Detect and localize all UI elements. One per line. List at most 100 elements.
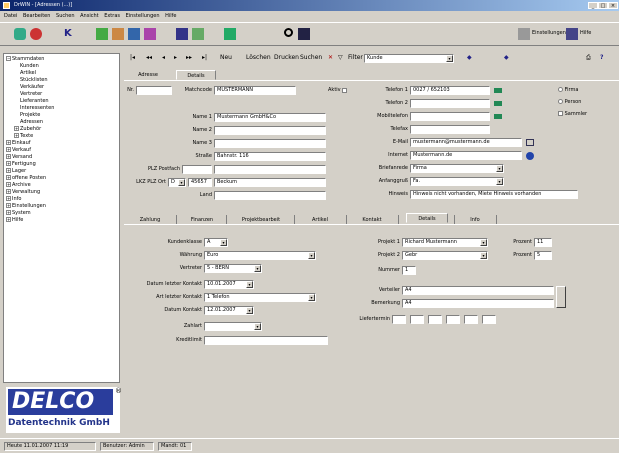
chevron-down-icon[interactable]: ▾ bbox=[178, 179, 185, 186]
help-question-icon[interactable]: ? bbox=[600, 54, 603, 61]
prev-record-icon[interactable]: ◂ bbox=[162, 54, 165, 61]
toolbar-help-label[interactable]: Hilfe bbox=[580, 30, 591, 36]
telefon1-field[interactable]: 0027 / 652103 bbox=[410, 86, 490, 95]
postfach-field[interactable] bbox=[214, 165, 326, 174]
tree-item[interactable]: + Zubehör bbox=[14, 126, 41, 132]
print-icon[interactable]: ⎙ bbox=[586, 54, 591, 62]
letzter-kontakt-field[interactable]: 10.01.2007 ▾ bbox=[204, 280, 254, 289]
matchcode-field[interactable]: MUSTERMANN bbox=[214, 86, 296, 95]
waehrung-select[interactable]: Euro ▾ bbox=[204, 251, 316, 260]
menu-ansicht[interactable]: Ansicht bbox=[80, 13, 98, 19]
tree-item[interactable]: + System bbox=[6, 210, 31, 216]
liefertermin-field[interactable] bbox=[446, 315, 460, 324]
kundenklasse-select[interactable]: A ▾ bbox=[204, 238, 228, 247]
chevron-down-icon[interactable]: ▾ bbox=[496, 165, 503, 172]
clear-filter-icon[interactable]: ✕ bbox=[328, 54, 333, 61]
nummer-field[interactable]: 1 bbox=[402, 266, 416, 275]
prozent1-field[interactable]: 11 bbox=[534, 238, 552, 247]
vertreter-select[interactable]: 5 - BERN ▾ bbox=[204, 264, 262, 273]
export-icon[interactable]: ◆ bbox=[504, 54, 509, 61]
tree-item[interactable]: Lieferanten bbox=[20, 98, 49, 104]
menu-bearbeiten[interactable]: Bearbeiten bbox=[23, 13, 50, 19]
tree-item[interactable]: + Fertigung bbox=[6, 161, 36, 167]
back-icon[interactable]: K bbox=[64, 28, 76, 40]
strasse-field[interactable]: Bahnstr. 116 bbox=[214, 152, 326, 161]
tree-item[interactable]: + Archive bbox=[6, 182, 31, 188]
mobil-field[interactable] bbox=[410, 112, 490, 121]
tree-item[interactable]: + Texte bbox=[14, 133, 33, 139]
name2-field[interactable] bbox=[214, 126, 326, 135]
lookup-icon[interactable]: ◆ bbox=[467, 54, 472, 61]
tree-item[interactable]: Adressen bbox=[20, 119, 43, 125]
radio-firma[interactable]: Firma bbox=[558, 86, 578, 95]
minimize-button[interactable]: _ bbox=[588, 2, 598, 9]
chevron-down-icon[interactable]: ▾ bbox=[480, 239, 487, 246]
sammler-checkbox[interactable]: Sammler bbox=[558, 110, 587, 119]
menu-suchen[interactable]: Suchen bbox=[56, 13, 75, 19]
aktiv-checkbox[interactable] bbox=[342, 88, 347, 94]
next-record-icon[interactable]: ▸ bbox=[174, 54, 177, 61]
art-kontakt-select[interactable]: 1 Telefon ▾ bbox=[204, 293, 316, 302]
liefertermin-field[interactable] bbox=[482, 315, 496, 324]
settings-icon[interactable] bbox=[518, 28, 530, 40]
filter-icon[interactable]: ▽ bbox=[338, 54, 343, 61]
print-button[interactable]: Drucken bbox=[274, 54, 299, 61]
name1-field[interactable]: Mustermann GmbH&Co bbox=[214, 113, 326, 122]
menu-hilfe[interactable]: Hilfe bbox=[165, 13, 176, 19]
tree-item[interactable]: + Info bbox=[6, 196, 21, 202]
liefertermin-field[interactable] bbox=[410, 315, 424, 324]
close-button[interactable]: × bbox=[608, 2, 618, 9]
plz-field[interactable]: 45657 bbox=[188, 178, 212, 187]
chevron-down-icon[interactable]: ▾ bbox=[308, 294, 315, 301]
tree-item[interactable]: Projekte bbox=[20, 112, 40, 118]
kreditlimit-field[interactable] bbox=[204, 336, 328, 345]
email-field[interactable]: mustermann@mustermann.de bbox=[410, 138, 522, 147]
tab-details-mid[interactable]: Details bbox=[406, 213, 448, 223]
customer-icon[interactable] bbox=[96, 28, 108, 40]
chevron-down-icon[interactable]: ▾ bbox=[308, 252, 315, 259]
tree-item[interactable]: + Verkauf bbox=[6, 147, 31, 153]
tree-item[interactable]: + Verwaltung bbox=[6, 189, 40, 195]
verteiler-field[interactable]: A4 bbox=[402, 286, 554, 295]
liefertermin-field[interactable] bbox=[464, 315, 478, 324]
projekt1-select[interactable]: Richard Mustermann ▾ bbox=[402, 238, 488, 247]
telefon2-field[interactable] bbox=[410, 99, 490, 108]
chevron-down-icon[interactable]: ▾ bbox=[446, 55, 453, 62]
phone-icon[interactable] bbox=[494, 101, 502, 106]
toolbar-settings-label[interactable]: Einstellungen bbox=[532, 30, 566, 36]
tree-item[interactable]: + Einstellungen bbox=[6, 203, 46, 209]
tree-item[interactable]: Kunden bbox=[20, 63, 39, 69]
tab-adresse[interactable]: Adresse bbox=[128, 70, 168, 80]
help-icon[interactable] bbox=[566, 28, 578, 40]
nr-field[interactable] bbox=[136, 86, 172, 95]
anfanggruss-select[interactable]: Fa. ▾ bbox=[410, 177, 504, 186]
menu-extras[interactable]: Extras bbox=[104, 13, 120, 19]
scroll-handle[interactable] bbox=[556, 286, 566, 308]
zahlart-select[interactable]: ▾ bbox=[204, 322, 262, 331]
delivery-icon[interactable] bbox=[192, 28, 204, 40]
chevron-down-icon[interactable]: ▾ bbox=[480, 252, 487, 259]
chevron-down-icon[interactable]: ▾ bbox=[254, 265, 261, 272]
chevron-down-icon[interactable]: ▾ bbox=[246, 307, 253, 314]
new-button[interactable]: Neu bbox=[220, 54, 232, 61]
liefertermin-field[interactable] bbox=[428, 315, 442, 324]
tree-item[interactable]: + Hilfe bbox=[6, 217, 23, 223]
last-record-icon[interactable]: ▸| bbox=[202, 54, 207, 61]
delete-button[interactable]: Löschen bbox=[246, 54, 271, 61]
projekt2-select[interactable]: Gebr ▾ bbox=[402, 251, 488, 260]
hinweis-field[interactable]: Hinweis nicht vorhanden, Miete Hinweis v… bbox=[410, 190, 578, 199]
briefanrede-select[interactable]: Firma ▾ bbox=[410, 164, 504, 173]
ort-field[interactable]: Beckum bbox=[214, 178, 326, 187]
tree-item[interactable]: Verkäufer bbox=[20, 84, 44, 90]
chevron-down-icon[interactable]: ▾ bbox=[220, 239, 227, 246]
plz-postfach-field[interactable] bbox=[182, 165, 212, 174]
first-record-icon[interactable]: |◂ bbox=[130, 54, 135, 61]
invoice-icon[interactable] bbox=[144, 28, 156, 40]
tree-item[interactable]: + Versand bbox=[6, 154, 32, 160]
name3-field[interactable] bbox=[214, 139, 326, 148]
chevron-down-icon[interactable]: ▾ bbox=[496, 178, 503, 185]
article-icon[interactable] bbox=[112, 28, 124, 40]
radio-person[interactable]: Person bbox=[558, 98, 581, 107]
list-icon[interactable] bbox=[298, 28, 310, 40]
tool-icon[interactable] bbox=[224, 28, 236, 40]
